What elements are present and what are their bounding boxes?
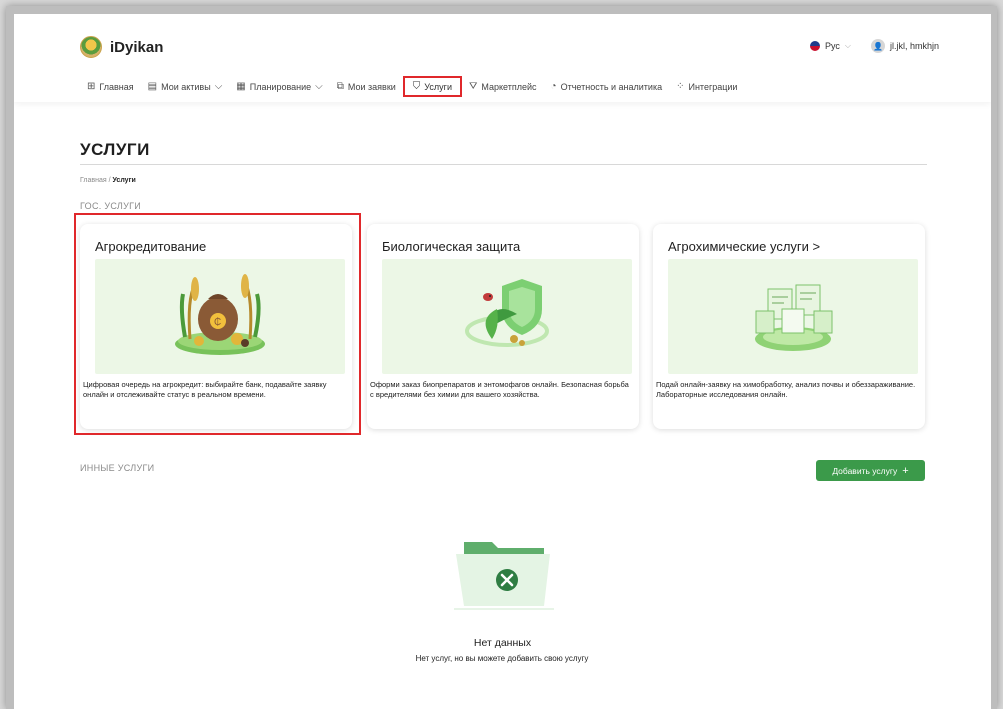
card-description: Подай онлайн-заявку на химобработку, ана… <box>656 380 916 399</box>
avatar-icon: 👤 <box>870 39 885 53</box>
header-tools: Рус ⌵ 👤 jl.jkl, hmkhjn <box>810 39 939 53</box>
chevron-down-icon: ⌵ <box>315 81 323 92</box>
nav-item-services[interactable]: ⛉ Услуги <box>402 76 462 97</box>
bag-icon: ⛉ <box>412 81 421 92</box>
grid-icon: ⊞ <box>87 81 96 92</box>
card-title: Агрохимические услуги > <box>668 239 821 254</box>
cart-icon: ⛛ <box>468 81 478 92</box>
empty-folder-icon <box>452 534 556 610</box>
nav-item-assets[interactable]: ▤ Мои активы ⌵ <box>141 78 230 95</box>
breadcrumb-separator: / <box>108 177 111 184</box>
logo-icon <box>80 36 102 58</box>
breadcrumb-current: Услуги <box>112 177 136 184</box>
nav-label: Интеграции <box>688 81 738 92</box>
card-description: Оформи заказ биопрепаратов и энтомофагов… <box>370 380 629 399</box>
nav-item-planning[interactable]: ▦ Планирование ⌵ <box>229 78 329 95</box>
nav-item-home[interactable]: ⊞ Главная <box>80 78 141 95</box>
flag-icon <box>810 41 820 51</box>
nav-label: Мои заявки <box>347 81 396 92</box>
breadcrumb-home[interactable]: Главная <box>80 177 107 184</box>
agrochem-illustration <box>668 259 918 374</box>
nav-label: Главная <box>99 81 134 92</box>
page-title: УСЛУГИ <box>80 140 150 159</box>
service-card-bioprotection[interactable]: Биологическая защита Оформи заказ биопре… <box>367 224 639 429</box>
nav-item-requests[interactable]: ⧉ Мои заявки <box>330 78 403 95</box>
user-name: jl.jkl, hmkhjn <box>889 41 939 51</box>
nav-label: Мои активы <box>161 81 211 92</box>
other-services-label: ИННЫЕ УСЛУГИ <box>80 463 155 473</box>
divider <box>80 164 927 165</box>
header: iDyikan Рус ⌵ 👤 jl.jkl, hmkhjn ⊞ Главная… <box>14 14 991 102</box>
add-service-button[interactable]: Добавить услугу + <box>816 460 925 481</box>
empty-state-description: Нет услуг, но вы можете добавить свою ус… <box>415 654 589 663</box>
language-label: Рус <box>825 41 840 51</box>
calendar-icon: ▦ <box>236 81 246 92</box>
integration-icon: ⁘ <box>676 81 685 92</box>
nav-label: Отчетность и аналитика <box>560 81 663 92</box>
language-selector[interactable]: Рус ⌵ <box>810 41 851 51</box>
nav-item-integrations[interactable]: ⁘ Интеграции <box>669 78 744 95</box>
nav-label: Маркетплейс <box>481 81 537 92</box>
nav-item-marketplace[interactable]: ⛛ Маркетплейс <box>462 78 544 95</box>
service-card-agrochem[interactable]: Агрохимические услуги > Подай онлайн-зая… <box>653 224 925 429</box>
main-nav: ⊞ Главная ▤ Мои активы ⌵ ▦ Планирование … <box>80 76 744 97</box>
breadcrumb: Главная / Услуги <box>80 177 136 184</box>
nav-label: Услуги <box>424 81 452 92</box>
nav-label: Планирование <box>249 81 312 92</box>
copy-icon: ⧉ <box>336 81 344 92</box>
card-title: Биологическая защита <box>382 239 521 254</box>
bioprotection-illustration <box>382 259 632 374</box>
chevron-down-icon: ⌵ <box>214 81 223 92</box>
page: iDyikan Рус ⌵ 👤 jl.jkl, hmkhjn ⊞ Главная… <box>14 14 991 709</box>
chart-icon: ◔ <box>550 81 557 92</box>
nav-item-reports[interactable]: ◔ Отчетность и аналитика <box>544 78 670 95</box>
gov-services-label: ГОС. УСЛУГИ <box>80 201 142 211</box>
logo[interactable]: iDyikan <box>80 36 163 58</box>
app-name: iDyikan <box>110 38 164 56</box>
asset-icon: ▤ <box>147 81 158 92</box>
empty-state-title: Нет данных <box>473 637 532 649</box>
card-highlight <box>74 213 361 435</box>
add-service-label: Добавить услугу <box>832 465 898 476</box>
chevron-down-icon: ⌵ <box>844 41 851 50</box>
user-menu[interactable]: 👤 jl.jkl, hmkhjn <box>870 39 939 53</box>
plus-icon: + <box>902 464 909 477</box>
